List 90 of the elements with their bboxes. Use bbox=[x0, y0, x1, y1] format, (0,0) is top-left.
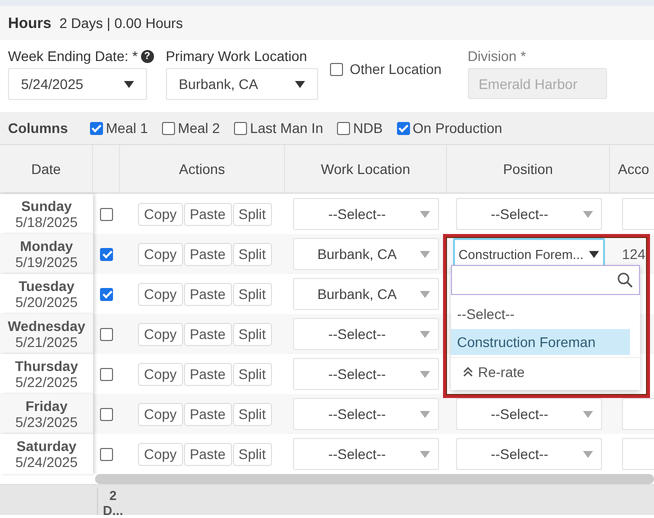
column-header: Position bbox=[447, 145, 610, 192]
date-label: 5/21/2025 bbox=[15, 334, 78, 350]
checkbox[interactable] bbox=[100, 368, 113, 380]
day-label: Sunday bbox=[21, 198, 72, 214]
search-field[interactable] bbox=[451, 265, 640, 295]
checkbox[interactable] bbox=[100, 328, 113, 340]
account-field[interactable] bbox=[622, 438, 654, 470]
checkbox[interactable] bbox=[162, 122, 175, 134]
checkbox-label: Other Location bbox=[350, 61, 442, 77]
columns-label: Columns bbox=[8, 120, 68, 136]
checkbox[interactable] bbox=[100, 448, 113, 460]
checkbox[interactable] bbox=[234, 122, 247, 134]
day-label: Thursday bbox=[14, 358, 78, 374]
chevrons-up-icon bbox=[463, 367, 473, 377]
checkbox-label: Last Man In bbox=[250, 120, 324, 136]
location-dropdown[interactable]: --Select-- bbox=[293, 318, 439, 350]
split-button[interactable]: Split bbox=[232, 242, 272, 266]
copy-button[interactable]: Copy bbox=[138, 442, 183, 466]
split-button[interactable]: Split bbox=[232, 402, 272, 426]
rerate-button[interactable]: Re-rate bbox=[451, 357, 640, 386]
field-label: Primary Work Location bbox=[166, 48, 308, 64]
date-label: 5/20/2025 bbox=[15, 294, 78, 310]
column-header: Work Location bbox=[285, 145, 447, 192]
date-label: 5/18/2025 bbox=[15, 214, 78, 230]
field-label: Week Ending Date: * bbox=[8, 48, 138, 64]
paste-button[interactable]: Paste bbox=[184, 282, 232, 306]
column-header: Actions bbox=[120, 145, 285, 192]
checkbox-label: Meal 2 bbox=[178, 120, 220, 136]
split-button[interactable]: Split bbox=[232, 362, 272, 386]
search-icon bbox=[617, 272, 633, 288]
day-label: Saturday bbox=[16, 438, 76, 454]
paste-button[interactable]: Paste bbox=[184, 322, 232, 346]
split-button[interactable]: Split bbox=[232, 202, 272, 226]
day-label: Monday bbox=[20, 238, 73, 254]
day-label: Friday bbox=[25, 398, 68, 414]
copy-button[interactable]: Copy bbox=[138, 362, 183, 386]
dropdown-option[interactable]: --Select-- bbox=[451, 301, 640, 327]
day-label: Tuesday bbox=[18, 278, 74, 294]
checkbox[interactable] bbox=[90, 122, 103, 134]
date-label: 5/23/2025 bbox=[15, 414, 78, 430]
help-icon[interactable]: ? bbox=[140, 50, 154, 62]
paste-button[interactable]: Paste bbox=[184, 242, 232, 266]
split-button[interactable]: Split bbox=[232, 322, 272, 346]
paste-button[interactable]: Paste bbox=[184, 402, 232, 426]
checkbox-label: On Production bbox=[412, 120, 502, 136]
location-dropdown[interactable]: Burbank, CA bbox=[166, 68, 318, 100]
column-header: Date bbox=[0, 145, 93, 192]
account-value: 124 bbox=[622, 246, 646, 262]
date-label: 5/19/2025 bbox=[15, 254, 78, 270]
location-dropdown[interactable]: --Select-- bbox=[293, 398, 439, 430]
checkbox-label: Meal 1 bbox=[106, 120, 148, 136]
date-label: 5/24/2025 bbox=[15, 454, 78, 470]
position-dropdown[interactable]: --Select-- bbox=[456, 438, 602, 470]
column-header: Acco bbox=[617, 160, 650, 178]
copy-button[interactable]: Copy bbox=[138, 322, 183, 346]
split-button[interactable]: Split bbox=[232, 442, 272, 466]
paste-button[interactable]: Paste bbox=[184, 442, 232, 466]
checkbox[interactable] bbox=[100, 288, 113, 300]
day-label: Wednesday bbox=[8, 318, 86, 334]
date-label: 5/22/2025 bbox=[15, 374, 78, 390]
copy-button[interactable]: Copy bbox=[138, 282, 183, 306]
checkbox-label: NDB bbox=[353, 120, 383, 136]
position-dropdown[interactable]: --Select-- bbox=[456, 398, 602, 430]
paste-button[interactable]: Paste bbox=[184, 362, 232, 386]
checkbox[interactable] bbox=[100, 408, 113, 420]
account-field[interactable] bbox=[622, 198, 654, 230]
location-dropdown[interactable]: Burbank, CA bbox=[293, 238, 439, 270]
footer-total: 2 D... bbox=[97, 488, 126, 515]
location-dropdown[interactable]: --Select-- bbox=[293, 438, 439, 470]
location-dropdown[interactable]: Burbank, CA bbox=[293, 278, 439, 310]
paste-button[interactable]: Paste bbox=[184, 202, 232, 226]
date-dropdown[interactable]: 5/24/2025 bbox=[8, 68, 147, 100]
checkbox[interactable] bbox=[330, 62, 343, 76]
checkbox[interactable] bbox=[100, 208, 113, 220]
scrollbar[interactable] bbox=[95, 474, 654, 484]
dropdown-option[interactable]: Construction Foreman bbox=[451, 329, 630, 355]
checkbox[interactable] bbox=[337, 122, 350, 134]
checkbox[interactable] bbox=[100, 248, 113, 260]
split-button[interactable]: Split bbox=[232, 282, 272, 306]
location-dropdown[interactable]: --Select-- bbox=[293, 198, 439, 230]
copy-button[interactable]: Copy bbox=[138, 242, 183, 266]
account-field[interactable] bbox=[622, 398, 654, 430]
position-dropdown[interactable]: --Select-- bbox=[456, 198, 602, 230]
field-label: Division * bbox=[468, 48, 527, 64]
summary-text: 2 Days | 0.00 Hours bbox=[59, 15, 183, 31]
checkbox[interactable] bbox=[396, 122, 410, 134]
section-title: Hours bbox=[8, 14, 52, 32]
copy-button[interactable]: Copy bbox=[138, 202, 183, 226]
location-dropdown[interactable]: --Select-- bbox=[293, 358, 439, 390]
copy-button[interactable]: Copy bbox=[138, 402, 183, 426]
